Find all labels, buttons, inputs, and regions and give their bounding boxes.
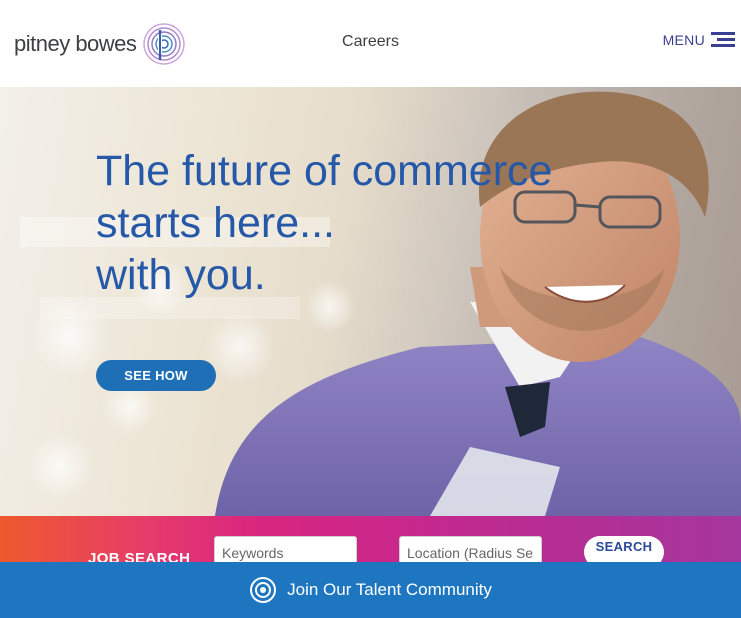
menu-button[interactable]: MENU [663,32,735,48]
site-header: pitney bowes Careers MENU [0,0,741,87]
job-search-bar: JOB SEARCH Keywords Location (Radius Se … [0,516,741,566]
menu-label: MENU [662,32,705,48]
talent-community-banner[interactable]: Join Our Talent Community [0,562,741,618]
hamburger-icon [711,32,735,48]
hero-headline: The future of commerce starts here... wi… [96,145,552,301]
hero-headline-line: The future of commerce [96,147,553,195]
hero-headline-line: starts here... [96,199,335,247]
hero-headline-line: with you. [96,251,266,299]
hero-banner: The future of commerce starts here... wi… [0,87,741,516]
page-title: Careers [342,33,399,50]
target-circle-icon [250,577,277,603]
talent-community-label: Join Our Talent Community [287,580,492,599]
see-how-button[interactable]: SEE HOW [96,360,216,391]
